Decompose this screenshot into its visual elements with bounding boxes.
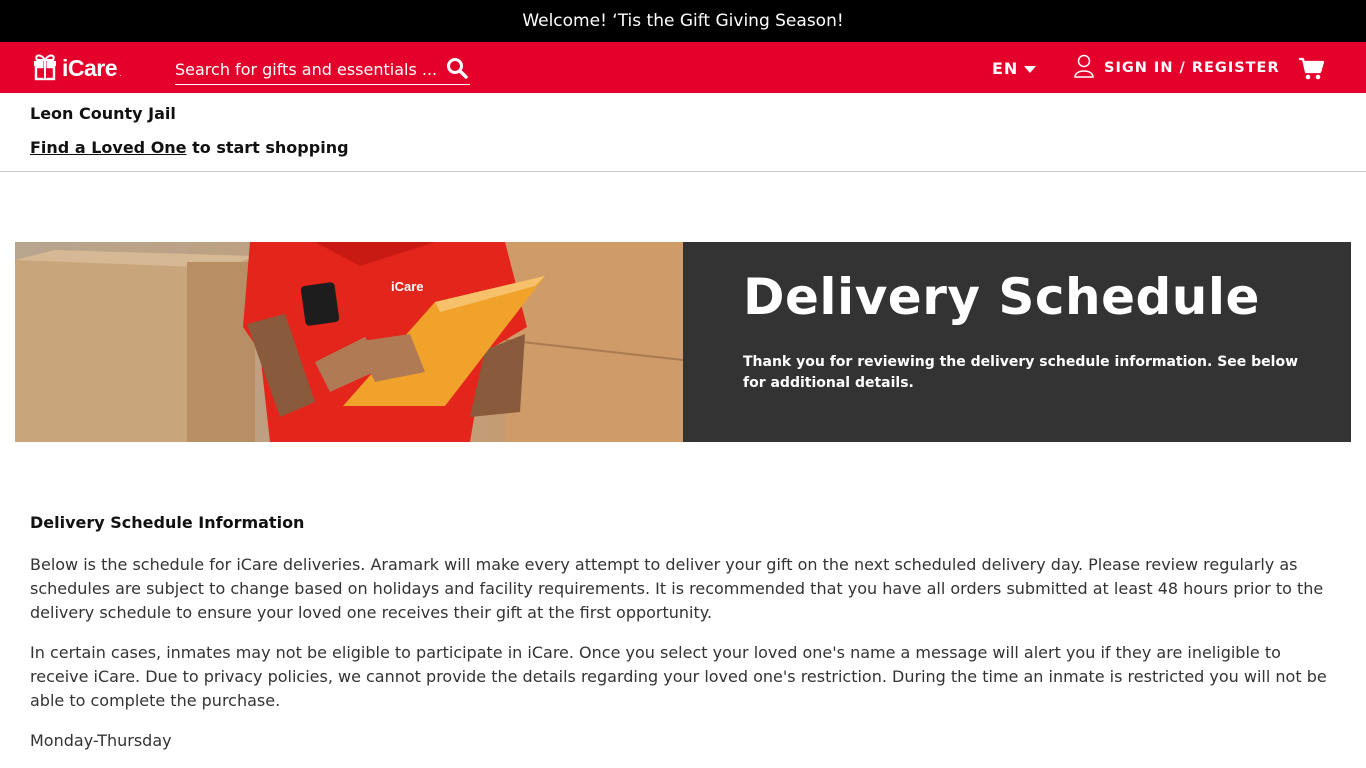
brand-name: iCare: [62, 54, 118, 81]
find-loved-one-line: Find a Loved One to start shopping: [30, 138, 349, 157]
caret-down-icon: [1024, 59, 1037, 78]
site-header: iCare . EN SIGN IN / REGISTER: [0, 42, 1366, 93]
user-icon: [1074, 54, 1094, 82]
schedule-paragraph: Below is the schedule for iCare deliveri…: [30, 555, 1324, 622]
announcement-text: Welcome! ‘Tis the Gift Giving Season!: [522, 11, 844, 31]
search-input[interactable]: [175, 56, 437, 82]
gift-box-icon: [30, 51, 60, 85]
announcement-bar: Welcome! ‘Tis the Gift Giving Season!: [0, 0, 1366, 42]
find-suffix: to start shopping: [186, 138, 349, 157]
cart-icon[interactable]: [1298, 57, 1325, 81]
section-heading: Delivery Schedule Information: [30, 513, 305, 532]
sign-in-register-link[interactable]: SIGN IN / REGISTER: [1074, 54, 1280, 82]
search-icon[interactable]: [446, 57, 470, 81]
sign-in-label: SIGN IN / REGISTER: [1104, 60, 1280, 76]
language-selector[interactable]: EN: [992, 56, 1037, 80]
delivery-person-image: iCare: [15, 242, 683, 442]
shirt-logo-text: iCare: [391, 279, 424, 294]
facility-name: Leon County Jail: [30, 104, 176, 123]
schedule-days: Monday-Thursday: [30, 731, 172, 750]
language-label: EN: [992, 58, 1019, 78]
brand-mark: .: [119, 69, 122, 78]
icare-logo[interactable]: iCare .: [30, 52, 122, 84]
page-title: Delivery Schedule: [743, 268, 1260, 326]
header-divider: [0, 171, 1366, 172]
find-loved-one-link[interactable]: Find a Loved One: [30, 138, 187, 157]
eligibility-paragraph: In certain cases, inmates may not be eli…: [30, 643, 1327, 710]
hero-subtitle: Thank you for reviewing the delivery sch…: [743, 354, 1299, 391]
main-content: Delivery Schedule Information Below is t…: [30, 512, 1340, 768]
search-bar: [175, 54, 470, 85]
hero-banner: iCare Delivery Schedule Thank you for re…: [15, 242, 1351, 442]
hero-text-panel: Delivery Schedule Thank you for reviewin…: [683, 242, 1351, 442]
